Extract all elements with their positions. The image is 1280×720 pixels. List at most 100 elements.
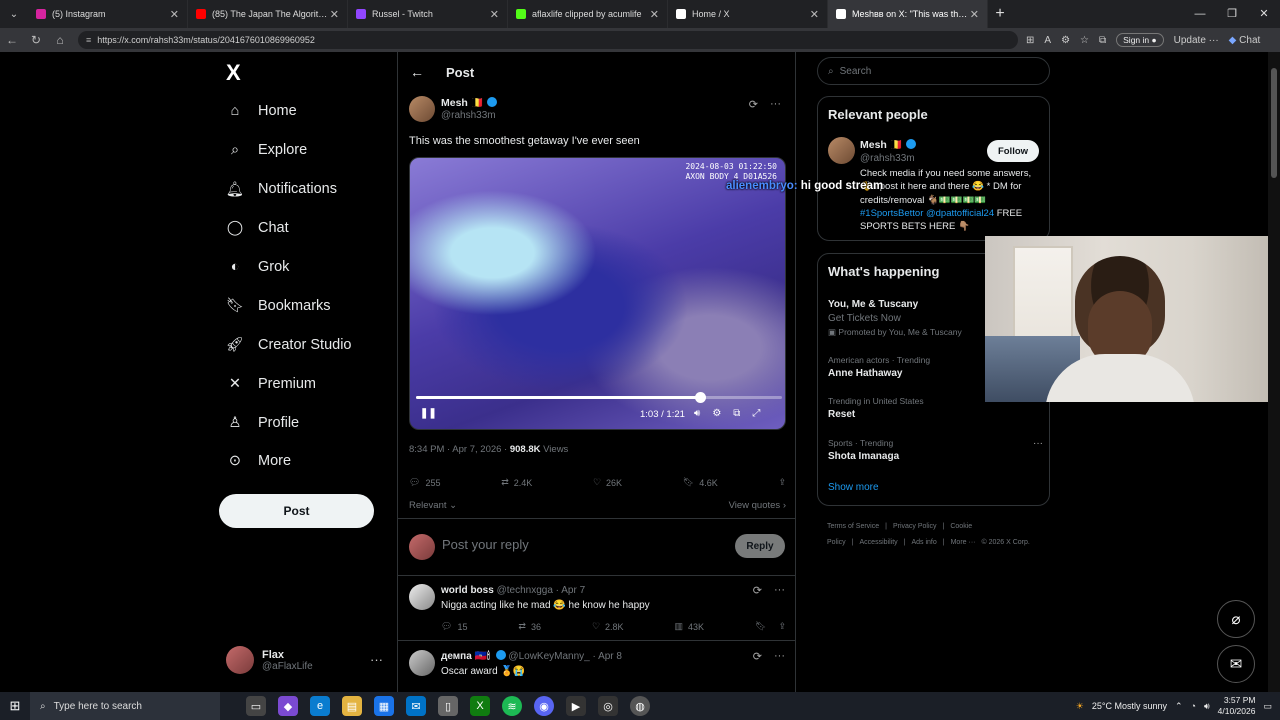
- post-timestamp[interactable]: 8:34 PM · Apr 7, 2026 ·: [409, 444, 510, 455]
- account-more-icon[interactable]: ···: [370, 652, 383, 667]
- search-input[interactable]: ⌕ Search: [817, 57, 1050, 85]
- reply-views-action[interactable]: ▥ 43K: [675, 621, 705, 632]
- view-quotes-link[interactable]: View quotes ›: [729, 500, 786, 511]
- bookmark-action[interactable]: 🔖︎ 4.6K: [683, 477, 718, 488]
- tab-close-icon[interactable]: ✕: [170, 8, 179, 21]
- volume-icon[interactable]: 🔊︎: [694, 408, 700, 419]
- sort-dropdown[interactable]: Relevant ⌄: [409, 500, 457, 511]
- app-available-icon[interactable]: ⊞: [1026, 35, 1034, 46]
- reply-input[interactable]: Post your reply: [442, 537, 529, 552]
- reply-button[interactable]: Reply: [735, 534, 785, 558]
- video-progress-bar[interactable]: [416, 392, 782, 403]
- volume-icon[interactable]: 🔊︎: [1204, 701, 1210, 712]
- back-arrow-icon[interactable]: ←: [410, 64, 424, 80]
- copilot-chat-button[interactable]: ◆ Chat: [1229, 35, 1261, 46]
- xbox-icon[interactable]: X: [470, 696, 490, 716]
- bookmark-icon[interactable]: 🔖︎: [755, 621, 766, 632]
- collections-icon[interactable]: ⧉: [1099, 35, 1106, 46]
- follow-button[interactable]: Follow: [987, 140, 1039, 162]
- network-icon[interactable]: ◔: [1191, 701, 1196, 711]
- store-icon[interactable]: ▦: [374, 696, 394, 716]
- close-window-button[interactable]: ✕: [1248, 0, 1280, 28]
- reply-author-handle[interactable]: @technxgga: [497, 585, 553, 596]
- read-aloud-icon[interactable]: A: [1044, 35, 1051, 46]
- tab-close-icon[interactable]: ✕: [330, 8, 339, 21]
- grok-explain-icon[interactable]: ⟳: [753, 584, 762, 597]
- browser-tab[interactable]: Home / X ✕: [668, 0, 828, 28]
- share-action[interactable]: ⇪: [778, 477, 786, 488]
- tab-close-icon[interactable]: ✕: [810, 8, 819, 21]
- taskbar-clock[interactable]: 3:57 PM 4/10/2026: [1218, 695, 1256, 717]
- weather-text[interactable]: 25°C Mostly sunny: [1092, 701, 1167, 711]
- like-action[interactable]: ♡ 26K: [593, 477, 622, 488]
- new-tab-button[interactable]: +: [988, 5, 1012, 23]
- author-avatar[interactable]: [409, 96, 435, 122]
- reply-reply-action[interactable]: 💬︎ 15: [441, 621, 467, 632]
- copilot-icon[interactable]: ◆: [278, 696, 298, 716]
- settings-icon[interactable]: ⚙: [712, 408, 721, 419]
- repost-action[interactable]: ⇄ 2.4K: [501, 477, 532, 488]
- nav-item-more[interactable]: ⊙ More: [224, 442, 352, 481]
- grok-explain-icon[interactable]: ⟳: [749, 98, 758, 111]
- show-more-link[interactable]: Show more: [828, 482, 879, 493]
- browser-tab[interactable]: Russel - Twitch ✕: [348, 0, 508, 28]
- tab-close-icon[interactable]: ✕: [970, 8, 979, 21]
- reply-author-name[interactable]: world boss: [441, 585, 494, 596]
- grok-fab-icon[interactable]: ⌀: [1217, 600, 1255, 638]
- footer-link[interactable]: Terms of Service: [827, 523, 879, 530]
- scroll-thumb[interactable]: [1271, 68, 1277, 178]
- tray-overflow-icon[interactable]: ⌃: [1175, 701, 1183, 712]
- discord-icon[interactable]: ◉: [534, 696, 554, 716]
- browser-tab[interactable]: aflaxlife clipped by acumlife ✕: [508, 0, 668, 28]
- back-nav-button[interactable]: ←: [0, 33, 24, 47]
- windows-start-icon[interactable]: ⊞: [0, 698, 30, 714]
- reply-action[interactable]: 💬︎ 255: [409, 477, 440, 488]
- post-more-icon[interactable]: ···: [770, 98, 781, 111]
- obs-icon[interactable]: ◎: [598, 696, 618, 716]
- reply-item[interactable]: демпа 🇭🇹🕯 @LowKeyManny_ · Apr 8 ⟳ ··· Osc…: [398, 642, 795, 692]
- reply-date[interactable]: Apr 7: [561, 585, 585, 596]
- url-field[interactable]: ≡ https://x.com/rahsh33m/status/20416760…: [78, 31, 1018, 49]
- reply-more-icon[interactable]: ···: [774, 650, 785, 663]
- video-progress-knob[interactable]: [695, 392, 707, 403]
- footer-link[interactable]: Privacy Policy: [893, 523, 937, 530]
- footer-link[interactable]: More ···: [951, 539, 976, 546]
- extensions-icon[interactable]: ⚙: [1061, 35, 1070, 46]
- rp-avatar[interactable]: [828, 137, 855, 164]
- browser-app-icon[interactable]: ◍: [630, 696, 650, 716]
- browser-tab[interactable]: (5) Instagram ✕: [28, 0, 188, 28]
- browser-tab[interactable]: (85) The Japan The Algorithm Is H✕: [188, 0, 348, 28]
- update-button[interactable]: Update ···: [1174, 35, 1219, 46]
- reply-repost-action[interactable]: ⇄ 36: [518, 621, 541, 632]
- share-icon[interactable]: ⇪: [778, 621, 786, 632]
- nav-item-explore[interactable]: ⌕ Explore: [224, 131, 352, 170]
- author-handle[interactable]: @rahsh33m: [441, 110, 497, 121]
- reply-more-icon[interactable]: ···: [774, 584, 785, 597]
- rp-handle[interactable]: @rahsh33m: [860, 153, 915, 164]
- video-player[interactable]: 2024-08-03 01:22:50 AXON BODY 4 D01A526 …: [409, 157, 786, 430]
- reply-avatar[interactable]: [409, 650, 435, 676]
- rp-bio-link[interactable]: #1SportsBettor @dpattofficial24: [860, 208, 994, 219]
- author-name[interactable]: Mesh: [441, 97, 468, 109]
- tab-list-menu-icon[interactable]: ⌄: [0, 9, 28, 20]
- nav-item-premium[interactable]: ✕ Premium: [224, 364, 352, 403]
- minimize-button[interactable]: —: [1184, 0, 1216, 28]
- file-explorer-icon[interactable]: ▤: [342, 696, 362, 716]
- media-app-icon[interactable]: ▶: [566, 696, 586, 716]
- trend-item[interactable]: Sports · Trending Shota Imanaga ···: [828, 438, 1043, 462]
- task-view-icon[interactable]: ▭: [246, 696, 266, 716]
- mail-icon[interactable]: ✉: [406, 696, 426, 716]
- post-author[interactable]: Mesh 🇧🇪 @rahsh33m: [409, 96, 497, 122]
- account-switcher[interactable]: Flax @aFlaxLife: [226, 646, 313, 674]
- reply-date[interactable]: Apr 8: [598, 651, 622, 662]
- page-scrollbar[interactable]: [1268, 52, 1280, 692]
- reply-like-action[interactable]: ♡ 2.8K: [592, 621, 624, 632]
- home-nav-button[interactable]: ⌂: [48, 33, 72, 47]
- trend-more-icon[interactable]: ···: [1033, 438, 1043, 449]
- x-logo[interactable]: X: [226, 60, 241, 86]
- post-button[interactable]: Post: [219, 494, 374, 528]
- nav-item-chat[interactable]: ◯ Chat: [224, 209, 352, 248]
- browser-tab[interactable]: Meshвв on X: "This was the sm ✕: [828, 0, 988, 28]
- tab-close-icon[interactable]: ✕: [650, 8, 659, 21]
- nav-item-creator-studio[interactable]: 🚀︎ Creator Studio: [224, 325, 352, 364]
